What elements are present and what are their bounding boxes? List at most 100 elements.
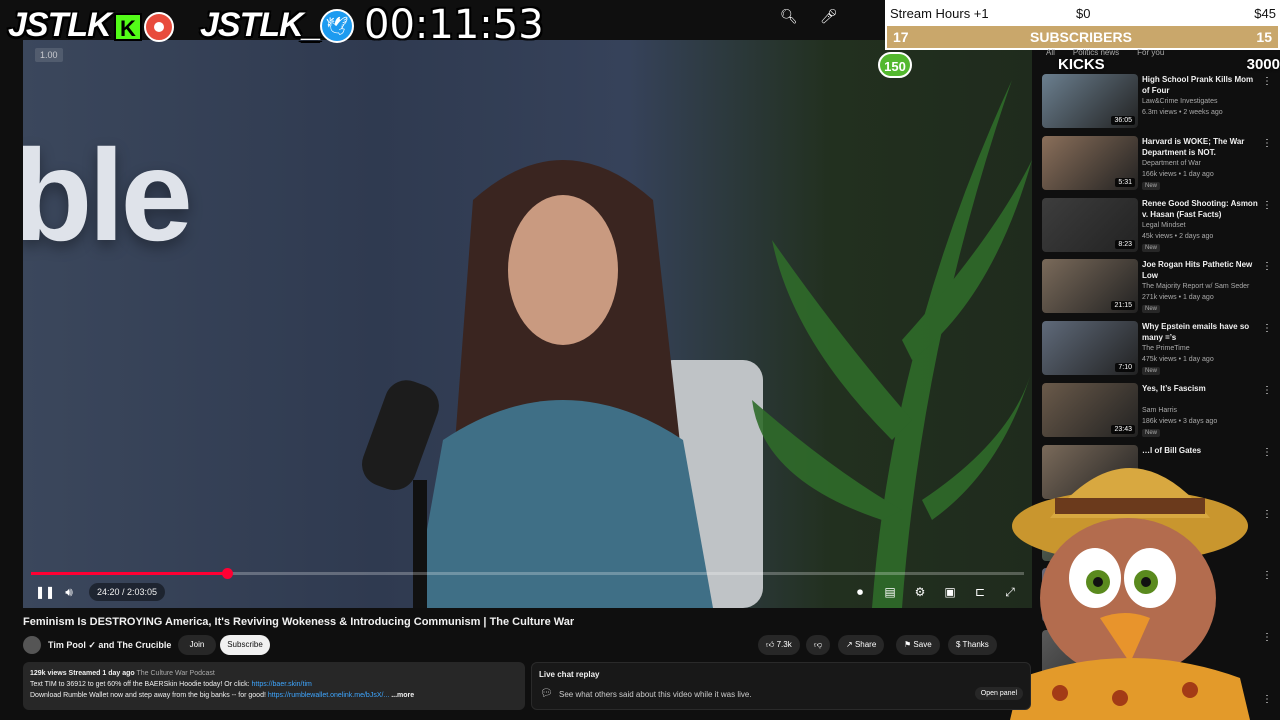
subtitles-icon[interactable]: ▤ xyxy=(878,580,902,604)
cast-icon[interactable]: ⊏ xyxy=(968,580,992,604)
more-options-icon[interactable]: ⋮ xyxy=(1262,261,1272,272)
chat-replay-panel: Live chat replay 💬︎ See what others said… xyxy=(531,662,1031,710)
thumbnail[interactable]: 36:05 xyxy=(1042,74,1138,128)
recommendation-title[interactable]: High School Prank Kills Mom of Four xyxy=(1142,74,1260,96)
pause-icon[interactable]: ❚❚ xyxy=(33,580,57,604)
subs-label: SUBSCRIBERS xyxy=(1030,29,1132,45)
more-options-icon[interactable]: ⋮ xyxy=(1262,570,1272,581)
new-badge: New xyxy=(1142,305,1161,314)
more-options-icon[interactable]: ⋮ xyxy=(1262,385,1272,396)
description-line: Download Rumble Wallet now and step away… xyxy=(30,692,266,699)
progress-bar[interactable] xyxy=(31,568,1024,579)
goal-current: $0 xyxy=(1076,6,1091,21)
video-player[interactable]: ble 1.00 ❚❚ 🔊︎ 24:20 / 2:03:05 ⏺ ▤ ⚙ ▣ ⊏ xyxy=(23,40,1032,608)
recommendation-meta: 166k views • 1 day ago xyxy=(1142,170,1214,178)
autoplay-toggle-icon[interactable]: ⏺ xyxy=(848,580,872,604)
more-options-icon[interactable]: ⋮ xyxy=(1262,76,1272,87)
join-button[interactable]: Join xyxy=(178,635,216,655)
video-title: Feminism Is DESTROYING America, It's Rev… xyxy=(23,616,575,628)
recommendation-channel[interactable]: Sam Harris xyxy=(1142,407,1177,414)
filter-chips: All Politics news For you xyxy=(1040,46,1170,59)
thumbnail[interactable]: 5:31 xyxy=(1042,135,1138,190)
search-icon[interactable]: 🔍︎ xyxy=(780,8,798,25)
more-options-icon[interactable]: ⋮ xyxy=(1262,200,1272,211)
thumbnail[interactable]: 21:15 xyxy=(1042,259,1138,314)
video-person xyxy=(362,160,763,608)
open-panel-button[interactable]: Open panel xyxy=(974,687,1023,700)
new-badge: New xyxy=(1142,243,1161,252)
thanks-icon: $ xyxy=(956,640,963,649)
more-link[interactable]: ...more xyxy=(391,692,414,699)
duration-badge: 8:23 xyxy=(1115,239,1135,249)
share-icon: ↗ xyxy=(846,640,855,649)
more-options-icon[interactable]: ⋮ xyxy=(1262,632,1272,643)
goal-target: $45 xyxy=(1254,6,1276,21)
kick-logo-icon: K xyxy=(114,13,142,41)
thanks-button[interactable]: $ Thanks xyxy=(948,635,997,655)
more-options-icon[interactable]: ⋮ xyxy=(1262,138,1272,149)
kicks-target: 3000 xyxy=(1246,56,1280,73)
description-box[interactable]: 129k views Streamed 1 day ago The Cultur… xyxy=(23,662,525,710)
recommendation-meta: 475k views • 1 day ago xyxy=(1142,356,1214,364)
goal-label: Stream Hours +1 xyxy=(890,6,989,21)
thumbnail[interactable]: 8:23 xyxy=(1042,197,1138,252)
playback-speed-badge: 1.00 xyxy=(35,48,63,62)
progress-scrubber[interactable] xyxy=(221,568,233,579)
time-display: 24:20 / 2:03:05 xyxy=(89,583,166,601)
dislike-button[interactable]: 👎︎ xyxy=(806,635,831,655)
recommendation-item[interactable]: 21:15 Joe Rogan Hits Pathetic New Low The … xyxy=(1040,257,1280,319)
duration-badge: 7:10 xyxy=(1115,363,1135,373)
like-button[interactable]: 👍︎ 7.3k xyxy=(758,635,800,655)
recommendation-item[interactable]: 7:10 Why Epstein emails have so many =’s T… xyxy=(1040,319,1280,381)
microphone-icon[interactable]: 🎤︎ xyxy=(820,8,838,25)
thanks-label: Thanks xyxy=(962,640,989,649)
recommendation-channel[interactable]: Department of War xyxy=(1142,160,1201,167)
recommendation-item[interactable]: 36:05 High School Prank Kills Mom of Four… xyxy=(1040,72,1280,134)
description-link[interactable]: https://baer.skin/tim xyxy=(252,681,312,688)
recommendation-channel[interactable]: The Majority Report w/ Sam Seder xyxy=(1142,283,1249,290)
subscribe-button[interactable]: Subscribe xyxy=(220,635,270,655)
miniplayer-icon[interactable]: ▣ xyxy=(938,580,962,604)
recommendation-title[interactable]: Harvard is WOKE; The War Department is N… xyxy=(1142,136,1260,158)
player-controls: ❚❚ 🔊︎ 24:20 / 2:03:05 ⏺ ▤ ⚙ ▣ ⊏ ⤢ xyxy=(23,580,1032,604)
volume-icon[interactable]: 🔊︎ xyxy=(57,580,81,604)
duration-badge: 36:05 xyxy=(1111,116,1135,125)
save-button[interactable]: ⚑ Save xyxy=(896,635,940,655)
stream-timer: 00:11:53 xyxy=(364,2,544,48)
recommendation-item[interactable]: 8:23 Renee Good Shooting: Asmon v. Hasan … xyxy=(1040,196,1280,258)
avatar[interactable] xyxy=(23,636,41,654)
recommendation-channel[interactable]: Legal Mindset xyxy=(1142,222,1186,229)
channel-name[interactable]: Tim Pool ✓ and The Crucible xyxy=(48,640,171,651)
bookmark-icon: ⚑ xyxy=(904,640,914,649)
subs-target: 15 xyxy=(1256,29,1272,45)
recommendation-channel[interactable]: The PrimeTime xyxy=(1142,345,1190,352)
thumbnail[interactable]: 7:10 xyxy=(1042,321,1138,376)
more-options-icon[interactable]: ⋮ xyxy=(1262,447,1272,458)
settings-icon[interactable]: ⚙ xyxy=(908,580,932,604)
filter-chip[interactable]: Politics news xyxy=(1067,46,1125,59)
thumbs-down-icon: 👎︎ xyxy=(814,640,823,649)
recommendation-item[interactable]: 5:31 Harvard is WOKE; The War Department … xyxy=(1040,134,1280,196)
recommendation-title[interactable]: Renee Good Shooting: Asmon v. Hasan (Fas… xyxy=(1142,198,1260,220)
description-link[interactable]: https://rumblewallet.onelink.me/bJsX/... xyxy=(268,692,389,699)
thumbs-up-icon: 👍︎ xyxy=(766,640,777,649)
recommendation-title[interactable]: Yes, It’s Fascism xyxy=(1142,383,1260,394)
share-button[interactable]: ↗ Share xyxy=(838,635,885,655)
recommendation-meta: 6.3m views • 2 weeks ago xyxy=(1142,109,1223,116)
progress-fill xyxy=(31,572,227,575)
more-options-icon[interactable]: ⋮ xyxy=(1262,323,1272,334)
new-badge: New xyxy=(1142,181,1161,190)
mascot-bird-icon xyxy=(1010,468,1250,720)
filter-chip[interactable]: For you xyxy=(1131,46,1170,59)
recommendation-channel[interactable]: Law&Crime Investigates xyxy=(1142,98,1217,105)
more-options-icon[interactable]: ⋮ xyxy=(1262,694,1272,705)
top-bar: JSTLK K JSTLK_ 🕊︎ 00:11:53 🔍︎ 🎤︎ xyxy=(0,0,885,48)
more-options-icon[interactable]: ⋮ xyxy=(1262,509,1272,520)
filter-chip[interactable]: All xyxy=(1040,46,1061,59)
podcast-name[interactable]: The Culture War Podcast xyxy=(137,670,215,677)
recommendation-title[interactable]: Why Epstein emails have so many =’s xyxy=(1142,321,1260,343)
chat-icon: 💬︎ xyxy=(540,688,553,699)
channel-row: Tim Pool ✓ and The Crucible Join Subscri… xyxy=(23,634,1033,656)
recommendation-title[interactable]: Joe Rogan Hits Pathetic New Low xyxy=(1142,259,1260,281)
new-badge: New xyxy=(1142,367,1161,376)
